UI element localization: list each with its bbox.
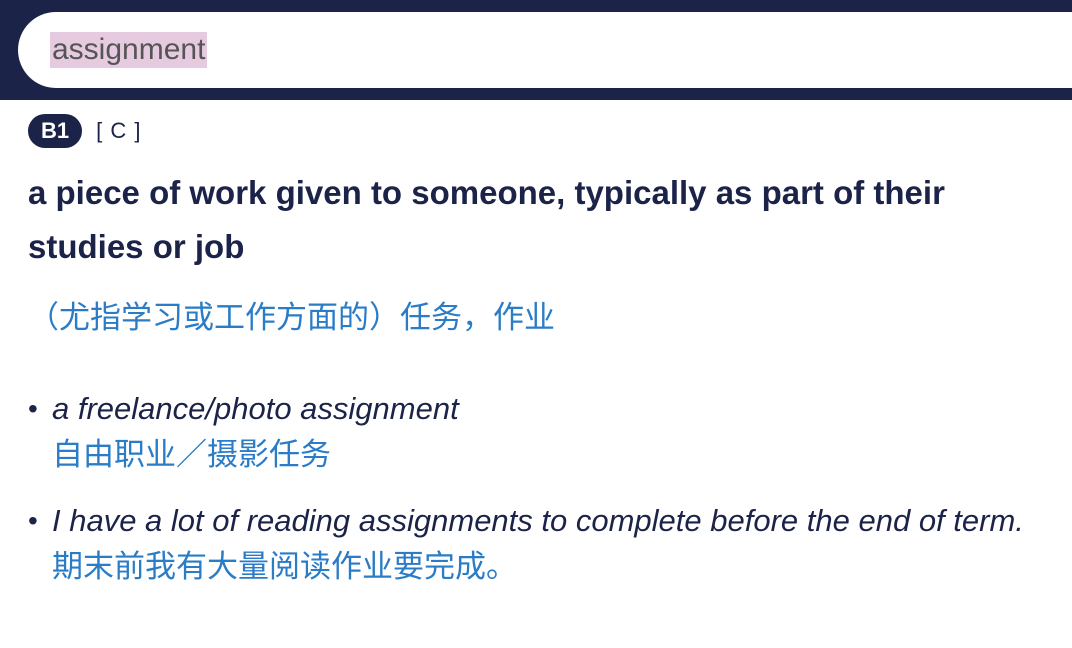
grammar-code: [ C ] bbox=[96, 118, 142, 143]
search-input[interactable]: assignment bbox=[18, 12, 1072, 88]
entry-meta: B1 [ C ] bbox=[28, 114, 141, 148]
definition-translation: （尤指学习或工作方面的）任务，作业 bbox=[28, 300, 555, 336]
definition-text: a piece of work given to someone, typica… bbox=[28, 174, 945, 265]
dictionary-entry: B1 [ C ] a piece of work given to someon… bbox=[0, 100, 1072, 648]
cefr-level-badge: B1 bbox=[28, 114, 83, 148]
bullet-icon: • bbox=[28, 393, 38, 424]
example-english: a freelance/photo assignment bbox=[52, 391, 459, 426]
example-translation: 期末前我有大量阅读作业要完成。 bbox=[52, 549, 517, 585]
search-query-text[interactable]: assignment bbox=[50, 32, 208, 68]
example-item: • I have a lot of reading assignments to… bbox=[28, 498, 1058, 590]
example-translation: 自由职业／摄影任务 bbox=[52, 437, 331, 473]
bullet-icon: • bbox=[28, 505, 38, 536]
top-bar: assignment bbox=[0, 0, 1072, 100]
example-english: I have a lot of reading assignments to c… bbox=[52, 503, 1024, 538]
example-item: • a freelance/photo assignment 自由职业／摄影任务 bbox=[28, 386, 1058, 478]
